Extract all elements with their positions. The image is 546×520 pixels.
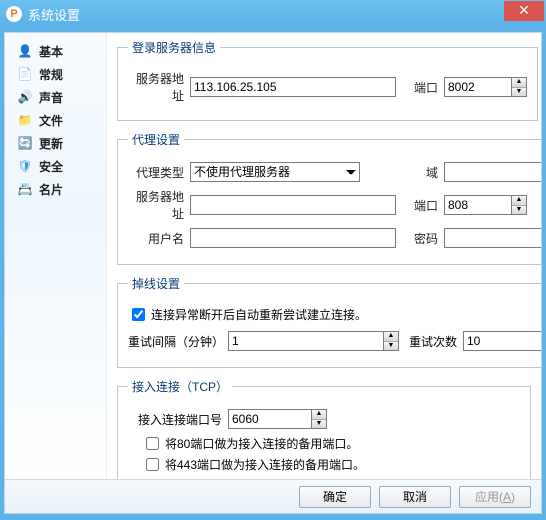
refresh-icon: 🔄 <box>17 135 33 151</box>
proxy-type-select[interactable]: 不使用代理服务器 <box>190 162 360 182</box>
sidebar-item-label: 声音 <box>39 89 63 106</box>
apply-label: 应用(A) <box>475 490 515 504</box>
sidebar-item-label: 名片 <box>39 181 63 198</box>
sidebar-item-label: 更新 <box>39 135 63 152</box>
group-legend: 登录服务器信息 <box>128 39 220 56</box>
label-retry-count: 重试次数 <box>407 333 463 350</box>
proxy-user-input[interactable] <box>190 228 396 248</box>
user-icon: 👤 <box>17 43 33 59</box>
list-icon: 📄 <box>17 66 33 82</box>
titlebar: P 系统设置 ✕ <box>0 0 546 28</box>
group-legend: 接入连接（TCP） <box>128 378 232 395</box>
cancel-button[interactable]: 取消 <box>379 486 451 508</box>
apply-button[interactable]: 应用(A) <box>459 486 531 508</box>
ok-button[interactable]: 确定 <box>299 486 371 508</box>
shield-icon: 🛡 <box>17 158 33 174</box>
sidebar-item-label: 基本 <box>39 43 63 60</box>
retry-count-input[interactable] <box>463 331 541 351</box>
sidebar-item-sound[interactable]: 🔊 声音 <box>9 86 102 108</box>
label-proxy-type: 代理类型 <box>128 164 190 181</box>
label-server-address: 服务器地址 <box>128 70 190 104</box>
tcp-port-spinner[interactable]: ▲▼ <box>312 409 327 429</box>
group-legend: 掉线设置 <box>128 275 184 292</box>
sidebar: 👤 基本 📄 常规 🔊 声音 📁 文件 🔄 更新 🛡 安全 <box>5 33 107 479</box>
retry-interval-spinner[interactable]: ▲▼ <box>384 331 399 351</box>
proxy-port-input[interactable] <box>444 195 512 215</box>
retry-interval-input[interactable] <box>228 331 384 351</box>
content-pane: 登录服务器信息 服务器地址 端口 ▲▼ 代理设置 代理类型 <box>107 33 541 479</box>
sidebar-item-label: 常规 <box>39 66 63 83</box>
group-legend: 代理设置 <box>128 131 184 148</box>
sidebar-item-general[interactable]: 📄 常规 <box>9 63 102 85</box>
sidebar-item-file[interactable]: 📁 文件 <box>9 109 102 131</box>
speaker-icon: 🔊 <box>17 89 33 105</box>
group-proxy: 代理设置 代理类型 不使用代理服务器 域 服务器地址 端口 <box>117 131 541 265</box>
backup-port-443-checkbox[interactable] <box>146 458 159 471</box>
close-button[interactable]: ✕ <box>504 1 544 21</box>
sidebar-item-basic[interactable]: 👤 基本 <box>9 40 102 62</box>
label-retry-interval: 重试间隔（分钟） <box>128 333 228 350</box>
label-password: 密码 <box>408 230 444 247</box>
sidebar-item-card[interactable]: 📇 名片 <box>9 178 102 200</box>
auto-reconnect-checkbox[interactable] <box>132 308 145 321</box>
label-proxy-server: 服务器地址 <box>128 188 190 222</box>
footer: 确定 取消 应用(A) <box>5 479 541 513</box>
proxy-server-input[interactable] <box>190 195 396 215</box>
proxy-port-spinner[interactable]: ▲▼ <box>512 195 527 215</box>
card-icon: 📇 <box>17 181 33 197</box>
sidebar-item-label: 文件 <box>39 112 63 129</box>
label-username: 用户名 <box>128 230 190 247</box>
auto-reconnect-label: 连接异常断开后自动重新尝试建立连接。 <box>151 306 367 323</box>
tcp-port-input[interactable] <box>228 409 312 429</box>
backup-port-443-label: 将443端口做为接入连接的备用端口。 <box>165 456 365 473</box>
window-title: 系统设置 <box>28 5 80 24</box>
label-proxy-port: 端口 <box>408 197 444 214</box>
proxy-pass-input[interactable] <box>444 228 541 248</box>
app-icon: P <box>6 6 22 22</box>
sidebar-item-security[interactable]: 🛡 安全 <box>9 155 102 177</box>
folder-icon: 📁 <box>17 112 33 128</box>
backup-port-80-checkbox[interactable] <box>146 437 159 450</box>
group-login-server: 登录服务器信息 服务器地址 端口 ▲▼ <box>117 39 538 121</box>
label-port: 端口 <box>408 79 444 96</box>
sidebar-item-update[interactable]: 🔄 更新 <box>9 132 102 154</box>
port-spinner[interactable]: ▲▼ <box>512 77 527 97</box>
sidebar-item-label: 安全 <box>39 158 63 175</box>
login-server-input[interactable] <box>190 77 396 97</box>
group-tcp: 接入连接（TCP） 接入连接端口号 ▲▼ 将80端口做为接入连接的备用端口。 将… <box>117 378 531 479</box>
label-tcp-port: 接入连接端口号 <box>128 411 228 428</box>
label-domain: 域 <box>408 164 444 181</box>
login-port-input[interactable] <box>444 77 512 97</box>
backup-port-80-label: 将80端口做为接入连接的备用端口。 <box>165 435 358 452</box>
proxy-domain-input[interactable] <box>444 162 541 182</box>
group-reconnect: 掉线设置 连接异常断开后自动重新尝试建立连接。 重试间隔（分钟） ▲▼ 重试次数 <box>117 275 541 368</box>
